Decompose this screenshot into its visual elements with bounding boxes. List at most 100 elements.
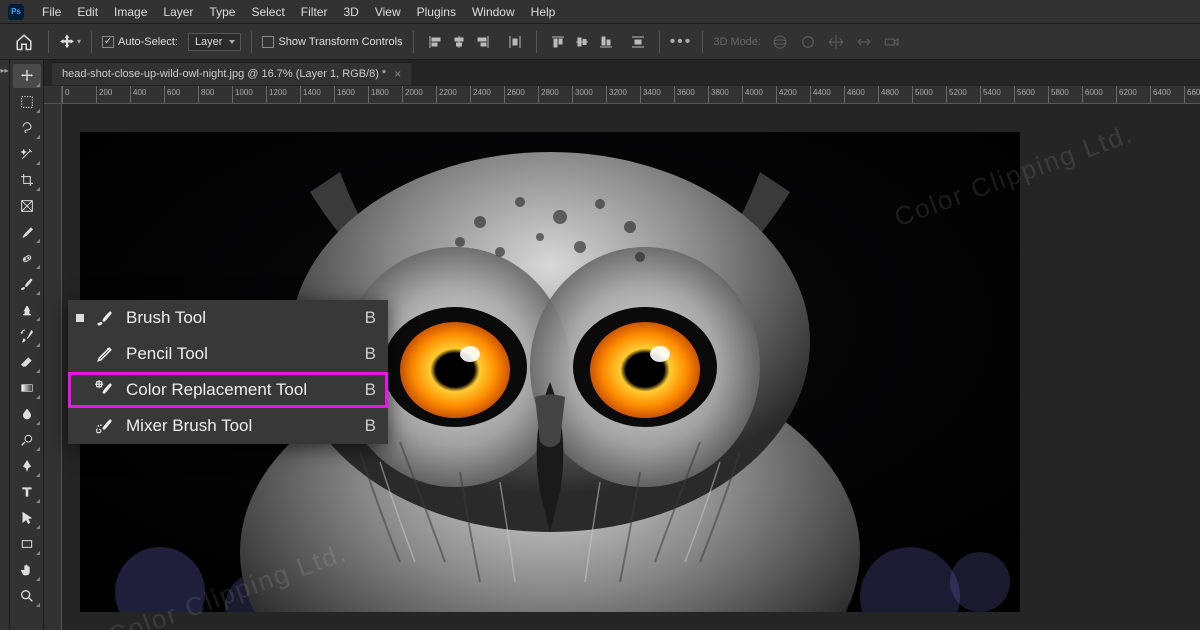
menu-view[interactable]: View: [367, 5, 409, 19]
active-indicator: [76, 350, 84, 358]
camera-3d-icon[interactable]: [883, 33, 901, 51]
close-icon[interactable]: ×: [394, 67, 401, 81]
app-icon: Ps: [8, 4, 24, 20]
menu-edit[interactable]: Edit: [69, 5, 106, 19]
auto-select-label: Auto-Select:: [118, 36, 178, 48]
separator: [659, 31, 660, 53]
flyout-brush-tool[interactable]: Brush Tool B: [68, 300, 388, 336]
tool-pen[interactable]: [13, 454, 41, 478]
tool-magic-wand[interactable]: [13, 142, 41, 166]
tool-path-select[interactable]: [13, 506, 41, 530]
auto-select-checkbox[interactable]: Auto-Select:: [102, 36, 178, 48]
pan-3d-icon[interactable]: [827, 33, 845, 51]
tool-history-brush[interactable]: [13, 324, 41, 348]
active-indicator: [76, 422, 84, 430]
flyout-pencil-tool[interactable]: Pencil Tool B: [68, 336, 388, 372]
separator: [91, 31, 92, 53]
chevron-right-icon: ▸▸: [0, 66, 8, 75]
tool-rectangle[interactable]: [13, 532, 41, 556]
menu-plugins[interactable]: Plugins: [409, 5, 464, 19]
tool-frame[interactable]: [13, 194, 41, 218]
align-vcenter-icon[interactable]: [571, 31, 593, 53]
roll-3d-icon[interactable]: [799, 33, 817, 51]
menu-3d[interactable]: 3D: [335, 5, 366, 19]
flyout-color-replacement-tool[interactable]: Color Replacement Tool B: [68, 372, 388, 408]
ruler-horizontal[interactable]: 0200400600800100012001400160018002000220…: [62, 86, 1200, 104]
align-group-2: [547, 31, 617, 53]
separator: [413, 31, 414, 53]
more-options-icon[interactable]: •••: [670, 33, 693, 51]
ruler-vertical[interactable]: [44, 104, 62, 630]
menu-help[interactable]: Help: [523, 5, 564, 19]
menu-type[interactable]: Type: [201, 5, 243, 19]
active-indicator: [76, 314, 84, 322]
flyout-item-label: Color Replacement Tool: [126, 380, 355, 400]
show-transform-checkbox[interactable]: Show Transform Controls: [262, 36, 402, 48]
slide-3d-icon[interactable]: [855, 33, 873, 51]
pencil-icon: [94, 343, 116, 365]
brush-tool-flyout: Brush Tool B Pencil Tool B Color Replace…: [68, 300, 388, 444]
flyout-item-label: Mixer Brush Tool: [126, 416, 355, 436]
tool-zoom[interactable]: [13, 584, 41, 608]
color-replacement-icon: [94, 379, 116, 401]
menu-window[interactable]: Window: [464, 5, 523, 19]
flyout-mixer-brush-tool[interactable]: Mixer Brush Tool B: [68, 408, 388, 444]
flyout-item-label: Pencil Tool: [126, 344, 355, 364]
brush-icon: [94, 307, 116, 329]
move-tool-thumb[interactable]: ▾: [59, 34, 81, 50]
mixer-brush-icon: [94, 415, 116, 437]
auto-select-dropdown[interactable]: Layer: [188, 33, 242, 51]
align-left-icon[interactable]: [424, 31, 446, 53]
separator: [536, 31, 537, 53]
align-group-1: [424, 31, 494, 53]
menu-image[interactable]: Image: [106, 5, 155, 19]
separator: [48, 31, 49, 53]
document-tab[interactable]: head-shot-close-up-wild-owl-night.jpg @ …: [52, 62, 411, 85]
menu-filter[interactable]: Filter: [293, 5, 336, 19]
tool-eyedropper[interactable]: [13, 220, 41, 244]
tool-crop[interactable]: [13, 168, 41, 192]
tab-title: head-shot-close-up-wild-owl-night.jpg @ …: [62, 68, 386, 80]
tool-move[interactable]: [13, 64, 41, 88]
align-hcenter-icon[interactable]: [448, 31, 470, 53]
mode-3d-label: 3D Mode:: [713, 36, 761, 48]
tool-eraser[interactable]: [13, 350, 41, 374]
menu-bar: Ps File Edit Image Layer Type Select Fil…: [0, 0, 1200, 24]
separator: [702, 31, 703, 53]
tool-lasso[interactable]: [13, 116, 41, 140]
document-tab-bar: head-shot-close-up-wild-owl-night.jpg @ …: [44, 60, 1200, 86]
tool-blur[interactable]: [13, 402, 41, 426]
flyout-item-shortcut: B: [365, 344, 376, 364]
tool-gradient[interactable]: [13, 376, 41, 400]
tool-marquee[interactable]: [13, 90, 41, 114]
menu-file[interactable]: File: [34, 5, 69, 19]
tools-panel: [10, 60, 44, 630]
checkbox-icon: [262, 36, 274, 48]
menu-select[interactable]: Select: [243, 5, 292, 19]
flyout-item-shortcut: B: [365, 380, 376, 400]
tool-healing[interactable]: [13, 246, 41, 270]
ruler-origin[interactable]: [44, 86, 62, 104]
home-button[interactable]: [10, 30, 38, 54]
show-transform-label: Show Transform Controls: [278, 36, 402, 48]
flyout-item-shortcut: B: [365, 416, 376, 436]
active-indicator: [76, 386, 84, 394]
orbit-3d-icon[interactable]: [771, 33, 789, 51]
checkbox-icon: [102, 36, 114, 48]
menu-layer[interactable]: Layer: [155, 5, 201, 19]
distribute-v-icon[interactable]: [627, 31, 649, 53]
separator: [251, 31, 252, 53]
tool-brush[interactable]: [13, 272, 41, 296]
expand-panels-strip[interactable]: ▸▸: [0, 60, 10, 630]
distribute-h-icon[interactable]: [504, 31, 526, 53]
options-bar: ▾ Auto-Select: Layer Show Transform Cont…: [0, 24, 1200, 60]
align-right-icon[interactable]: [472, 31, 494, 53]
tool-hand[interactable]: [13, 558, 41, 582]
align-top-icon[interactable]: [547, 31, 569, 53]
tool-clone[interactable]: [13, 298, 41, 322]
align-bottom-icon[interactable]: [595, 31, 617, 53]
tool-dodge[interactable]: [13, 428, 41, 452]
tool-type[interactable]: [13, 480, 41, 504]
flyout-item-label: Brush Tool: [126, 308, 355, 328]
flyout-item-shortcut: B: [365, 308, 376, 328]
